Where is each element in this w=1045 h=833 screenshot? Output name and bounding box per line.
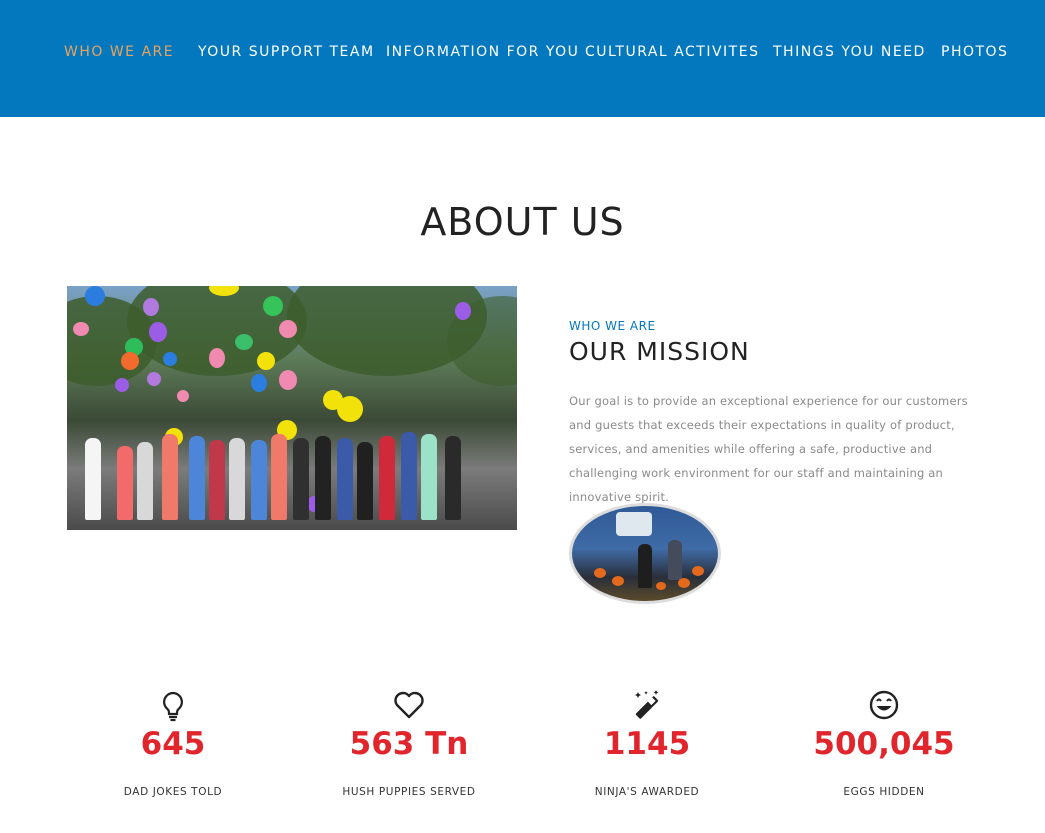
stat-label: HUSH PUPPIES SERVED — [342, 786, 476, 798]
nav-item-who-we-are[interactable]: WHO WE ARE — [64, 44, 174, 60]
nav-item-your-support-team[interactable]: YOUR SUPPORT TEAM — [198, 44, 375, 60]
stat-dad-jokes: 645 DAD JOKES TOLD — [73, 688, 273, 798]
stat-value: 1145 — [603, 726, 691, 762]
mission-kicker: WHO WE ARE — [569, 319, 656, 333]
nav-item-information-for-you[interactable]: INFORMATION FOR YOU — [386, 44, 579, 60]
stat-ninjas: 1145 NINJA'S AWARDED — [547, 688, 747, 798]
smiley-icon — [869, 690, 899, 720]
stat-value: 500,045 — [813, 726, 955, 762]
mission-text: Our goal is to provide an exceptional ex… — [569, 394, 968, 504]
lightbulb-icon — [163, 691, 183, 722]
magic-wand-icon — [635, 690, 659, 719]
scarecrow-photo — [569, 503, 721, 604]
stat-label: DAD JOKES TOLD — [123, 786, 223, 798]
stat-label: EGGS HIDDEN — [843, 786, 925, 798]
group-photo — [67, 286, 517, 530]
stat-hush-puppies: 563 Tn HUSH PUPPIES SERVED — [309, 688, 509, 798]
mission-title: OUR MISSION — [569, 337, 750, 366]
nav-item-photos[interactable]: PHOTOS — [941, 44, 1008, 60]
stat-value: 645 — [140, 726, 206, 762]
stat-eggs-hidden: 500,045 EGGS HIDDEN — [784, 688, 984, 798]
stat-value: 563 Tn — [349, 726, 469, 762]
stat-label: NINJA'S AWARDED — [594, 786, 700, 798]
page-title: ABOUT US — [420, 200, 625, 244]
heart-icon — [394, 691, 424, 719]
nav-item-cultural-activites[interactable]: CULTURAL ACTIVITES — [585, 44, 759, 60]
top-navigation: WHO WE ARE YOUR SUPPORT TEAM INFORMATION… — [0, 0, 1045, 117]
nav-item-things-you-need[interactable]: THINGS YOU NEED — [773, 44, 926, 60]
